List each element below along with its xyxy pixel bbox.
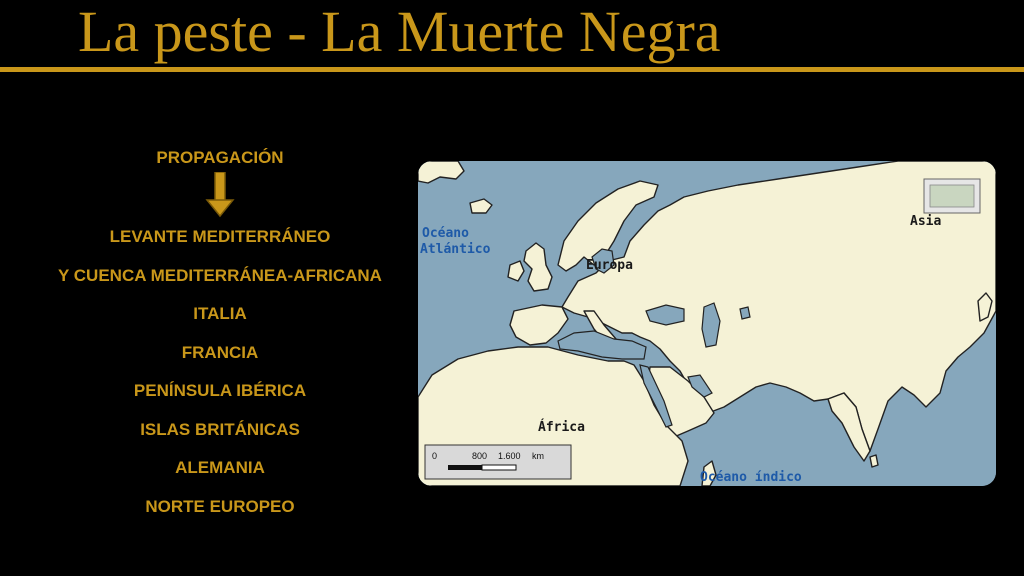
indian-ocean-label: Océano índico <box>700 470 802 485</box>
plague-spread-map: Océano Atlántico Europa Asia África Océa… <box>418 161 996 486</box>
atlantic-label-line2: Atlántico <box>420 242 491 257</box>
down-arrow-icon <box>205 172 235 218</box>
aral-sea <box>739 306 751 320</box>
europe-label: Europa <box>586 258 633 273</box>
scale-zero: 0 <box>432 451 437 461</box>
scale-mark-1: 800 <box>472 451 487 461</box>
africa-label: África <box>538 419 585 435</box>
sri-lanka-landmass <box>869 454 879 468</box>
map-svg: Océano Atlántico Europa Asia África Océa… <box>418 161 996 486</box>
scale-unit: km <box>532 451 544 461</box>
atlantic-label-line1: Océano <box>422 226 469 241</box>
region-item: FRANCIA <box>181 342 259 362</box>
region-item: ISLAS BRITÁNICAS <box>140 419 300 439</box>
scale-mark-2: 1.600 <box>498 451 521 461</box>
title-underline <box>0 67 1024 72</box>
locator-inset <box>923 178 981 214</box>
slide: La peste - La Muerte Negra PROPAGACIÓN L… <box>0 0 1024 576</box>
scale-bar: 0 800 1.600 km <box>424 444 572 480</box>
region-item: PENÍNSULA IBÉRICA <box>133 381 307 400</box>
region-item: ITALIA <box>193 304 247 323</box>
propagation-heading: PROPAGACIÓN <box>156 148 284 167</box>
region-item: Y CUENCA MEDITERRÁNEA-AFRICANA <box>58 265 382 285</box>
propagation-list: PROPAGACIÓN LEVANTE MEDITERRÁNEO Y CUENC… <box>20 144 420 526</box>
region-item: NORTE EUROPEO <box>145 496 295 516</box>
region-item: ALEMANIA <box>175 458 265 477</box>
slide-title: La peste - La Muerte Negra <box>78 0 721 64</box>
asia-label: Asia <box>910 214 941 229</box>
region-item: LEVANTE MEDITERRÁNEO <box>109 227 331 246</box>
